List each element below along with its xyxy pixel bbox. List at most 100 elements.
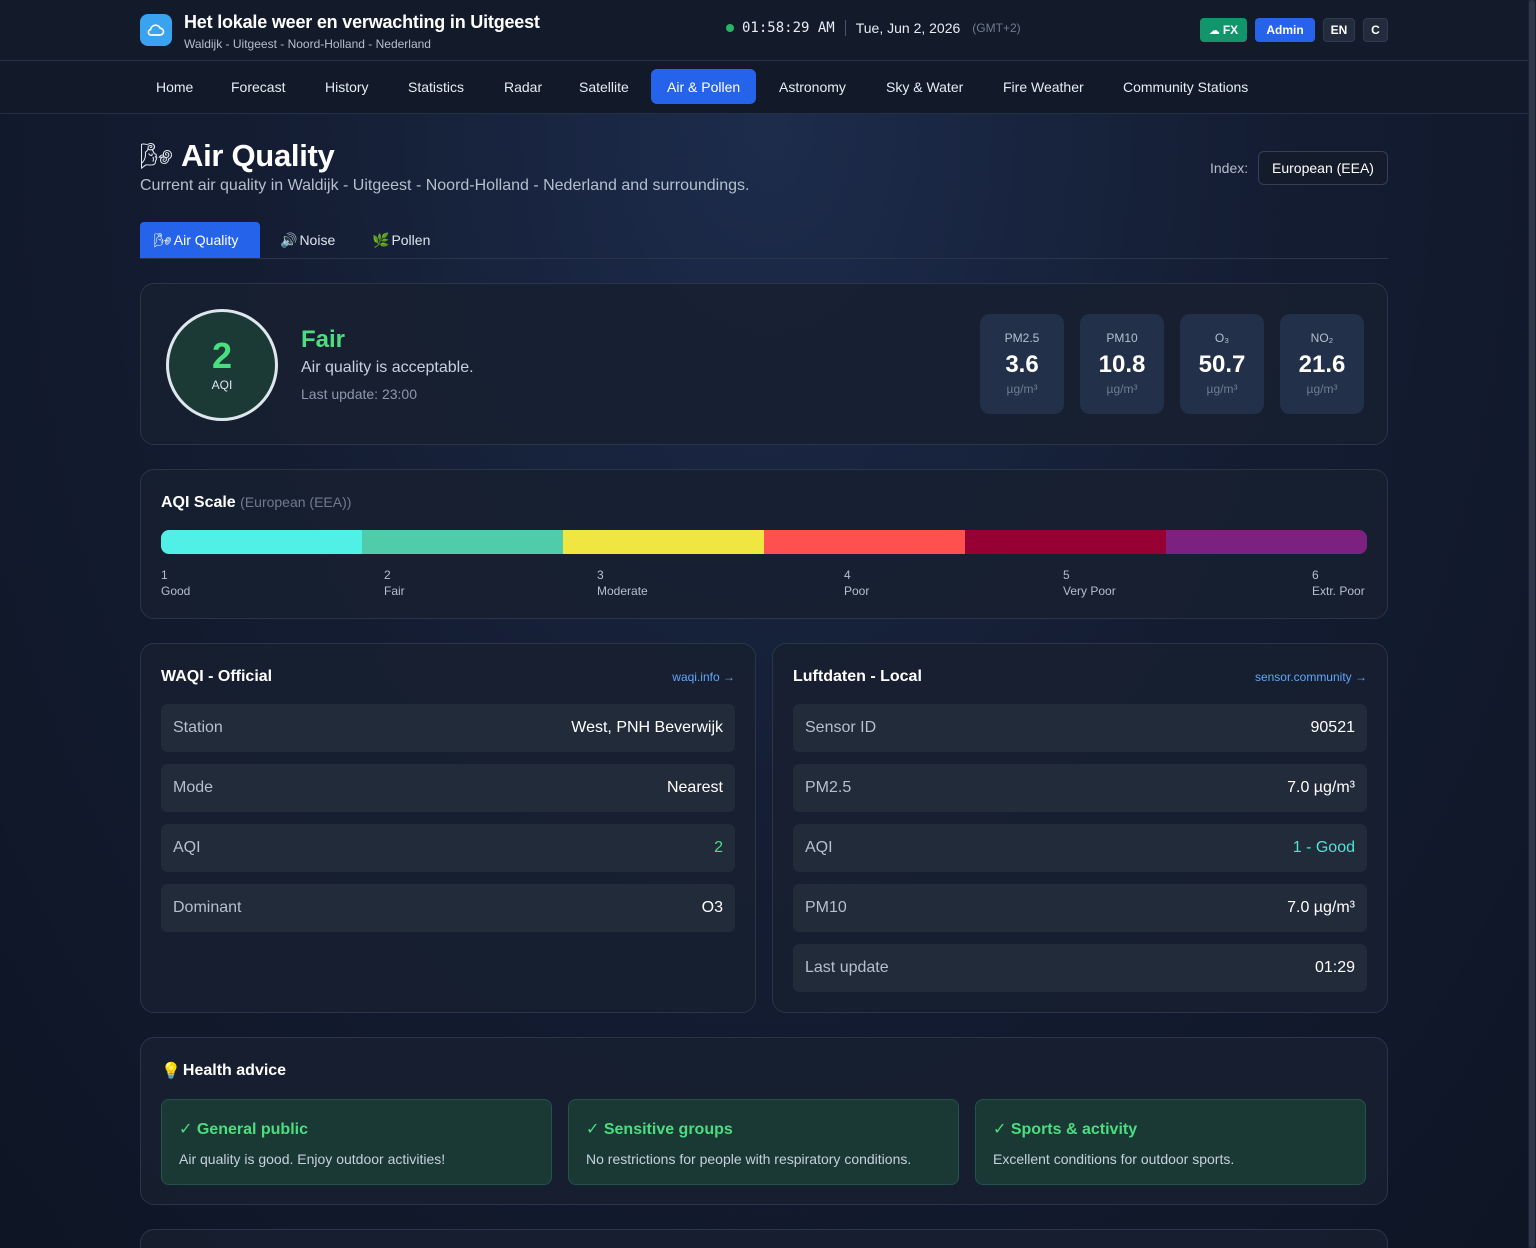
site-location: Waldijk - Uitgeest - Noord-Holland - Ned… xyxy=(184,37,431,51)
fx-button[interactable]: ☁ FX xyxy=(1200,18,1247,42)
row-key: PM10 xyxy=(805,899,847,916)
aqi-gauge: 2 AQI xyxy=(166,309,278,421)
scale-level-number: 1 xyxy=(161,568,168,582)
aqi-scale-card: AQI Scale (European (EEA)) 1 Good 2 Fair… xyxy=(140,469,1388,619)
page-scrollbar[interactable] xyxy=(1528,0,1536,1248)
aqi-scale-bar xyxy=(161,530,1367,554)
waqi-row-mode: Mode Nearest xyxy=(161,764,735,812)
tab-label: Air Quality xyxy=(173,232,239,248)
nav-history[interactable]: History xyxy=(309,69,385,104)
main-nav: Home Forecast History Statistics Radar S… xyxy=(0,61,1528,114)
advice-sensitive-groups: ✓ Sensitive groups No restrictions for p… xyxy=(568,1099,959,1185)
aqi-last-update: Last update: 23:00 xyxy=(301,386,417,402)
page-title: 🌬 Air Quality xyxy=(140,138,335,174)
pollutant-unit: µg/m³ xyxy=(1006,382,1038,396)
top-header: Het lokale weer en verwachting in Uitgee… xyxy=(0,0,1528,61)
scale-label-extreme-poor: 6 Extr. Poor xyxy=(1312,567,1365,599)
waqi-link[interactable]: waqi.info → xyxy=(672,670,735,684)
waqi-row-dominant: Dominant O3 xyxy=(161,884,735,932)
site-title[interactable]: Het lokale weer en verwachting in Uitgee… xyxy=(184,12,540,33)
nav-astronomy[interactable]: Astronomy xyxy=(763,69,862,104)
scale-level-name: Very Poor xyxy=(1063,584,1116,598)
advice-general-public: ✓ General public Air quality is good. En… xyxy=(161,1099,552,1185)
unit-toggle-button[interactable]: C xyxy=(1363,18,1388,42)
scale-segment-very-poor xyxy=(965,530,1166,554)
cloud-icon: ☁ xyxy=(1208,24,1220,37)
tab-pollen[interactable]: 🌿 Pollen xyxy=(356,222,446,258)
health-advice-title: 💡 Health advice xyxy=(161,1061,286,1081)
scale-title-text: AQI Scale xyxy=(161,494,236,511)
row-value: Nearest xyxy=(666,779,723,796)
scale-label-moderate: 3 Moderate xyxy=(597,567,648,599)
row-value: 1 - Good xyxy=(1292,839,1355,856)
nav-fire-weather[interactable]: Fire Weather xyxy=(987,69,1100,104)
luftdaten-row-last-update: Last update 01:29 xyxy=(793,944,1367,992)
row-key: Sensor ID xyxy=(805,719,877,736)
scale-level-number: 6 xyxy=(1312,568,1319,582)
pollutant-pm10: PM10 10.8 µg/m³ xyxy=(1080,314,1164,414)
scale-level-name: Poor xyxy=(844,584,870,598)
scale-level-name: Extr. Poor xyxy=(1312,584,1365,598)
row-key: Station xyxy=(173,719,223,736)
pollutant-value: 10.8 xyxy=(1098,351,1146,378)
aqi-value: 2 xyxy=(211,335,233,376)
tab-noise[interactable]: 🔊 Noise xyxy=(264,222,351,258)
scale-level-name: Fair xyxy=(384,584,405,598)
scale-level-name: Good xyxy=(161,584,191,598)
nav-air-pollen[interactable]: Air & Pollen xyxy=(651,69,757,104)
waqi-card: WAQI - Official waqi.info → Station West… xyxy=(140,643,756,1013)
scale-index-name: (European (EEA)) xyxy=(240,494,352,510)
admin-button[interactable]: Admin xyxy=(1255,18,1315,42)
row-value: West, PNH Beverwijk xyxy=(571,719,723,736)
aqi-level: Fair xyxy=(301,326,346,353)
nav-community-stations[interactable]: Community Stations xyxy=(1107,69,1264,104)
next-section-card xyxy=(140,1229,1388,1248)
row-key: Dominant xyxy=(173,899,242,916)
row-value: O3 xyxy=(701,899,723,916)
scale-segment-poor xyxy=(764,530,965,554)
clock-date: Tue, Jun 2, 2026 xyxy=(855,20,961,36)
wind-icon: 🌬 xyxy=(154,231,172,248)
language-button[interactable]: EN xyxy=(1323,18,1355,42)
section-tabs: 🌬 Air Quality 🔊 Noise 🌿 Pollen xyxy=(140,222,1388,259)
pollutant-unit: µg/m³ xyxy=(1306,382,1338,396)
index-select[interactable]: European (EEA) xyxy=(1258,151,1388,185)
wind-icon: 🌬 xyxy=(140,140,174,171)
nav-satellite[interactable]: Satellite xyxy=(563,69,645,104)
scale-segment-moderate xyxy=(563,530,764,554)
scale-segment-extreme-poor xyxy=(1166,530,1367,554)
luftdaten-card: Luftdaten - Local sensor.community → Sen… xyxy=(772,643,1388,1013)
nav-radar[interactable]: Radar xyxy=(488,69,558,104)
scale-segment-good xyxy=(161,530,362,554)
pollutant-no2: NO₂ 21.6 µg/m³ xyxy=(1280,314,1364,414)
cloud-logo-icon[interactable] xyxy=(140,14,172,46)
sensor-community-link[interactable]: sensor.community → xyxy=(1255,670,1367,684)
tab-label: Pollen xyxy=(391,232,431,248)
pollutant-pm25: PM2.5 3.6 µg/m³ xyxy=(980,314,1064,414)
clock: 01:58:29 AM Tue, Jun 2, 2026 (GMT+2) xyxy=(726,20,1021,36)
nav-sky-water[interactable]: Sky & Water xyxy=(870,69,979,104)
pollutant-value: 3.6 xyxy=(1005,351,1039,378)
row-key: Last update xyxy=(805,959,889,976)
pollutant-name: PM2.5 xyxy=(1004,331,1040,345)
scrollbar-thumb[interactable] xyxy=(1529,0,1535,1248)
clock-time: 01:58:29 AM xyxy=(742,20,835,36)
nav-forecast[interactable]: Forecast xyxy=(215,69,301,104)
advice-text: Air quality is good. Enjoy outdoor activ… xyxy=(179,1151,446,1167)
scale-label-poor: 4 Poor xyxy=(844,567,869,599)
pollutant-unit: µg/m³ xyxy=(1206,382,1238,396)
luftdaten-title: Luftdaten - Local xyxy=(793,668,922,685)
scale-level-number: 4 xyxy=(844,568,851,582)
tab-air-quality[interactable]: 🌬 Air Quality xyxy=(140,222,260,258)
row-key: AQI xyxy=(173,839,201,856)
pollutant-unit: µg/m³ xyxy=(1106,382,1138,396)
fx-label: FX xyxy=(1222,23,1239,37)
row-key: Mode xyxy=(173,779,214,796)
nav-home[interactable]: Home xyxy=(140,69,209,104)
row-value: 01:29 xyxy=(1314,959,1355,976)
nav-statistics[interactable]: Statistics xyxy=(392,69,480,104)
live-status-dot xyxy=(726,24,734,32)
index-label: Index: xyxy=(1210,160,1249,176)
row-key: AQI xyxy=(805,839,833,856)
advice-text: No restrictions for people with respirat… xyxy=(586,1151,912,1167)
